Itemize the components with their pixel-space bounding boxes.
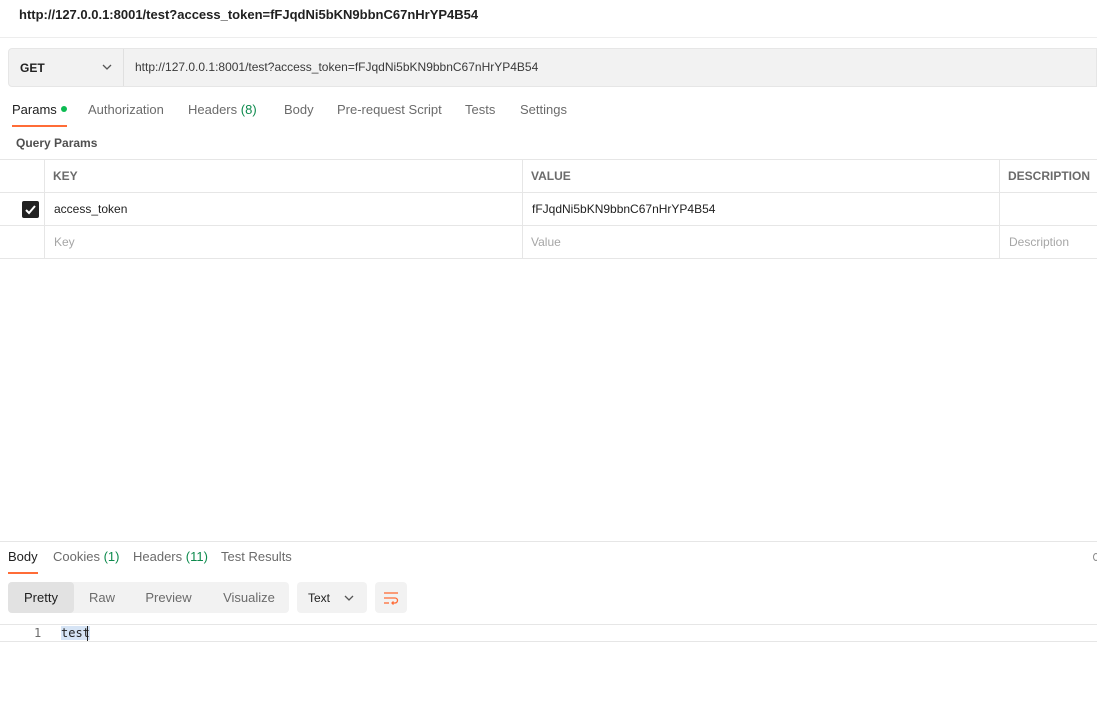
param-key-cell[interactable]: access_token — [54, 202, 127, 216]
tab-settings[interactable]: Settings — [520, 102, 567, 127]
response-tab-body[interactable]: Body — [8, 549, 38, 574]
line-number: 1 — [34, 626, 42, 640]
tab-label: Body — [284, 102, 314, 117]
tab-pre-request-script[interactable]: Pre-request Script — [337, 102, 442, 127]
preview-button[interactable]: Preview — [134, 582, 203, 613]
response-tab-cookies[interactable]: Cookies (1) — [53, 549, 119, 574]
column-header-key: KEY — [53, 169, 78, 183]
tab-tests[interactable]: Tests — [465, 102, 495, 127]
column-header-value: VALUE — [531, 169, 571, 183]
param-enabled-checkbox[interactable] — [22, 201, 39, 218]
visualize-button[interactable]: Visualize — [211, 582, 287, 613]
text-caret — [87, 626, 88, 641]
tab-params[interactable]: Params — [12, 102, 67, 127]
wrap-lines-icon — [384, 592, 399, 605]
tab-label: Test Results — [221, 549, 292, 564]
query-params-table: KEY VALUE DESCRIPTION access_token fFJqd… — [0, 159, 1097, 259]
wrap-lines-button[interactable] — [375, 582, 407, 613]
response-format-select[interactable]: Text — [297, 582, 367, 613]
column-header-description: DESCRIPTION — [1008, 169, 1091, 183]
tab-body[interactable]: Body — [284, 102, 314, 127]
chevron-down-icon — [102, 64, 112, 70]
tab-label: Headers — [133, 549, 183, 564]
response-tab-test-results[interactable]: Test Results — [221, 549, 292, 574]
query-params-label: Query Params — [16, 136, 98, 150]
response-tabs: Body Cookies (1) Headers (11) Test Resul… — [0, 549, 1097, 574]
tab-label: Cookies — [53, 549, 100, 564]
window-title: http://127.0.0.1:8001/test?access_token=… — [19, 7, 479, 22]
tab-label: Settings — [520, 102, 567, 117]
tab-count: (8) — [240, 102, 257, 117]
format-label: Text — [308, 591, 331, 605]
code-line[interactable]: test — [61, 626, 90, 640]
status-dot-icon — [60, 106, 67, 112]
tab-label: Headers — [188, 102, 238, 117]
tab-label: Params — [12, 102, 57, 117]
method-label: GET — [20, 61, 45, 75]
response-tab-headers[interactable]: Headers (11) — [133, 549, 208, 574]
response-view-mode-group: Pretty Raw Preview Visualize — [8, 582, 289, 613]
table-row: access_token fFJqdNi5bKN9bbnC67nHrYP4B54 — [0, 193, 1097, 226]
tab-label: Body — [8, 549, 38, 564]
tab-count: (11) — [185, 549, 208, 564]
tab-count: (1) — [103, 549, 120, 564]
pretty-button[interactable]: Pretty — [8, 582, 74, 613]
new-value-input[interactable]: Value — [531, 235, 561, 249]
table-row-empty: Key Value Description — [0, 226, 1097, 259]
response-body-editor[interactable]: 1 test — [0, 624, 1097, 642]
request-tabs: Params Authorization Headers (8) Body Pr… — [0, 102, 1097, 128]
tab-authorization[interactable]: Authorization — [88, 102, 164, 127]
new-key-input[interactable]: Key — [54, 235, 75, 249]
tab-headers[interactable]: Headers (8) — [188, 102, 257, 127]
raw-button[interactable]: Raw — [76, 582, 128, 613]
chevron-down-icon — [344, 595, 354, 601]
new-description-input[interactable]: Description — [1009, 235, 1069, 249]
method-select[interactable]: GET — [9, 49, 124, 86]
status-globe-icon — [1093, 553, 1097, 561]
url-input[interactable]: http://127.0.0.1:8001/test?access_token=… — [135, 60, 538, 74]
table-header-row: KEY VALUE DESCRIPTION — [0, 160, 1097, 193]
checkmark-icon — [25, 205, 36, 215]
tab-label: Authorization — [88, 102, 164, 117]
window-title-bar: http://127.0.0.1:8001/test?access_token=… — [0, 0, 1097, 38]
param-value-cell[interactable]: fFJqdNi5bKN9bbnC67nHrYP4B54 — [532, 202, 715, 216]
tab-label: Pre-request Script — [337, 102, 442, 117]
response-divider[interactable] — [0, 541, 1097, 542]
tab-label: Tests — [465, 102, 496, 117]
request-bar: GET http://127.0.0.1:8001/test?access_to… — [8, 48, 1097, 87]
